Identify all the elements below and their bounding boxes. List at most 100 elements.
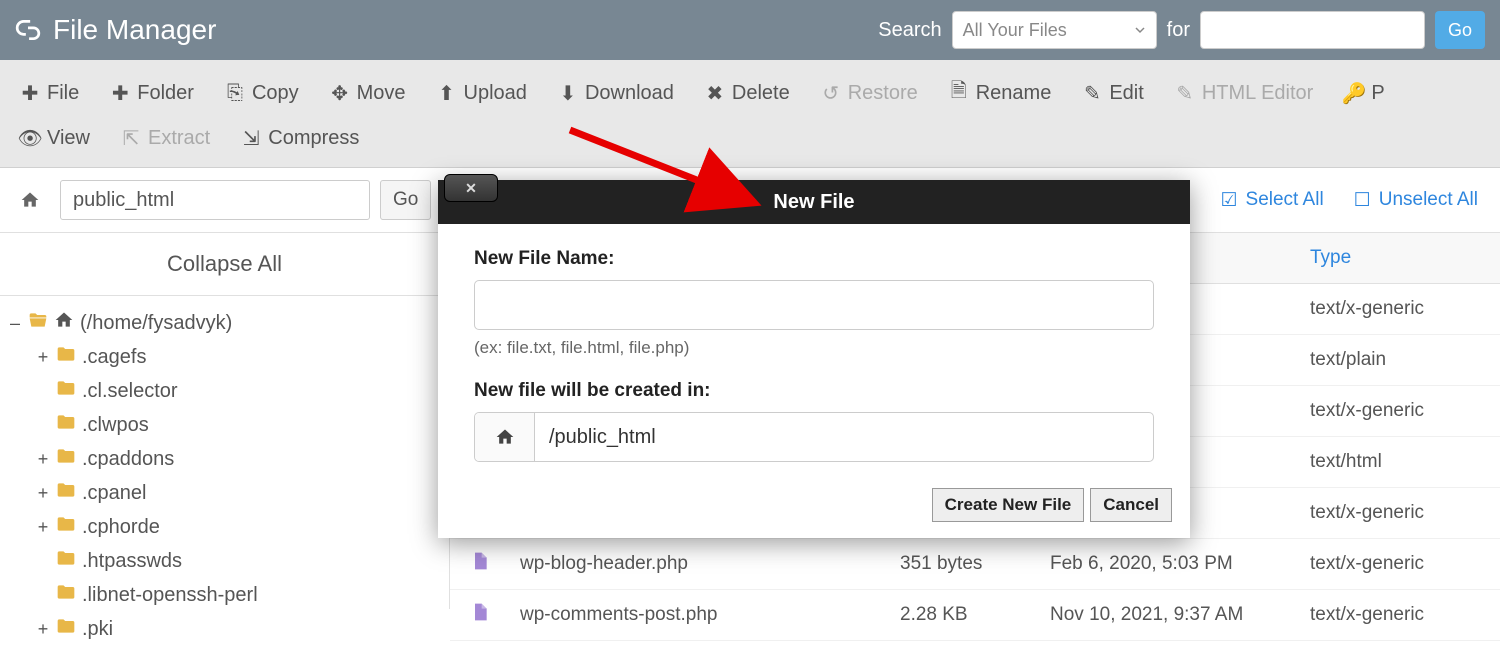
filename-label: New File Name: <box>474 248 1154 270</box>
tree-item[interactable]: + .cpaddons <box>8 442 441 476</box>
file-size: 351 bytes <box>890 553 1040 575</box>
home-button[interactable] <box>10 180 50 220</box>
folder-icon <box>56 548 76 574</box>
file-type: text/html <box>1300 451 1500 473</box>
new-folder-button[interactable]: ✚Folder <box>95 68 210 118</box>
key-icon: 🔑 <box>1345 81 1363 106</box>
folder-icon <box>56 378 76 404</box>
path-go-button[interactable]: Go <box>380 180 431 220</box>
table-row[interactable]: wp-blog-header.php 351 bytes Feb 6, 2020… <box>450 539 1500 590</box>
collapse-all-button[interactable]: Collapse All <box>0 233 449 296</box>
restore-button[interactable]: ↺Restore <box>806 68 934 118</box>
table-row[interactable]: wp-comments-post.php 2.28 KB Nov 10, 202… <box>450 590 1500 641</box>
delete-icon: ✖ <box>706 81 724 106</box>
tree-item-label: .htpasswds <box>82 550 182 573</box>
path-value[interactable]: /public_html <box>535 413 1153 461</box>
move-icon: ✥ <box>331 81 349 106</box>
cancel-button[interactable]: Cancel <box>1090 488 1172 522</box>
expand-icon[interactable]: + <box>36 347 50 368</box>
search-go-button[interactable]: Go <box>1435 11 1485 49</box>
unselect-all-link[interactable]: ☐ Unselect All <box>1354 189 1478 212</box>
file-name: wp-comments-post.php <box>510 604 890 626</box>
delete-button[interactable]: ✖Delete <box>690 68 806 118</box>
copy-icon: ⎘ <box>226 82 244 105</box>
dialog-title: New File <box>773 191 854 214</box>
restore-icon: ↺ <box>822 81 840 106</box>
create-file-button[interactable]: Create New File <box>932 488 1085 522</box>
folder-icon <box>56 412 76 438</box>
download-icon: ⬇ <box>559 81 577 106</box>
new-file-dialog: ✕ New File New File Name: (ex: file.txt,… <box>438 180 1190 538</box>
tree-item[interactable]: + .cagefs <box>8 340 441 374</box>
tree-item[interactable]: .htpasswds <box>8 544 441 578</box>
path-home-button[interactable] <box>475 413 535 461</box>
filename-hint: (ex: file.txt, file.html, file.php) <box>474 338 1154 358</box>
search-input[interactable] <box>1200 11 1425 49</box>
expand-icon[interactable]: + <box>36 483 50 504</box>
column-header-type[interactable]: Type <box>1300 247 1500 269</box>
plus-icon: ✚ <box>21 81 39 106</box>
view-button[interactable]: 👁View <box>5 118 106 159</box>
tree-item-label: .cagefs <box>82 346 146 369</box>
search-scope-value: All Your Files <box>963 20 1067 41</box>
home-icon <box>54 310 74 336</box>
folder-icon <box>56 446 76 472</box>
copy-button[interactable]: ⎘Copy <box>210 68 315 118</box>
search-scope-select[interactable]: All Your Files <box>952 11 1157 49</box>
file-type: text/x-generic <box>1300 553 1500 575</box>
app-header: File Manager Search All Your Files for G… <box>0 0 1500 60</box>
tree-item-label: .libnet-openssh-perl <box>82 584 258 607</box>
extract-icon: ⇱ <box>122 126 140 151</box>
tree-item[interactable]: .cl.selector <box>8 374 441 408</box>
app-title: File Manager <box>53 14 878 46</box>
expand-icon[interactable]: + <box>36 449 50 470</box>
rename-button[interactable]: 🗎Rename <box>934 68 1068 118</box>
file-type: text/x-generic <box>1300 604 1500 626</box>
folder-icon <box>56 616 76 642</box>
tree-item[interactable]: .libnet-openssh-perl <box>8 578 441 612</box>
dialog-close-button[interactable]: ✕ <box>444 174 498 202</box>
chevron-down-icon <box>1134 20 1146 41</box>
folder-icon <box>56 514 76 540</box>
path-input[interactable] <box>60 180 370 220</box>
tree-item[interactable]: + .pki <box>8 612 441 646</box>
html-editor-button[interactable]: ✎HTML Editor <box>1160 68 1330 118</box>
file-type: text/x-generic <box>1300 298 1500 320</box>
tree-item-label: .cpaddons <box>82 448 174 471</box>
tree-item[interactable]: + .cphorde <box>8 510 441 544</box>
tree-root-label: (/home/fysadvyk) <box>80 312 232 335</box>
toolbar: ✚File ✚Folder ⎘Copy ✥Move ⬆Upload ⬇Downl… <box>0 60 1500 168</box>
close-icon: ✕ <box>465 180 477 197</box>
folder-icon <box>56 344 76 370</box>
select-all-link[interactable]: ☑ Select All <box>1220 189 1323 212</box>
tree-item[interactable]: .clwpos <box>8 408 441 442</box>
tree-item-label: .clwpos <box>82 414 149 437</box>
file-type: text/x-generic <box>1300 502 1500 524</box>
file-date: Feb 6, 2020, 5:03 PM <box>1040 553 1300 575</box>
edit-icon: ✎ <box>1083 81 1101 106</box>
file-date: Nov 10, 2021, 9:37 AM <box>1040 604 1300 626</box>
file-icon <box>470 606 490 627</box>
cpanel-logo-icon <box>15 17 41 43</box>
plus-icon: ✚ <box>111 81 129 106</box>
move-button[interactable]: ✥Move <box>315 68 422 118</box>
compress-button[interactable]: ⇲Compress <box>226 118 375 159</box>
expand-icon[interactable]: + <box>36 619 50 640</box>
new-file-button[interactable]: ✚File <box>5 68 95 118</box>
filename-input[interactable] <box>474 280 1154 330</box>
upload-button[interactable]: ⬆Upload <box>422 68 543 118</box>
download-button[interactable]: ⬇Download <box>543 68 690 118</box>
dialog-titlebar: ✕ New File <box>438 180 1190 224</box>
expand-icon[interactable]: + <box>36 517 50 538</box>
permissions-button[interactable]: 🔑P <box>1329 68 1400 118</box>
edit-button[interactable]: ✎Edit <box>1067 68 1159 118</box>
collapse-icon[interactable]: – <box>8 313 22 334</box>
file-type: text/x-generic <box>1300 400 1500 422</box>
tree-item[interactable]: + .cpanel <box>8 476 441 510</box>
folder-open-icon <box>28 310 48 336</box>
tree-root[interactable]: – (/home/fysadvyk) <box>8 306 441 340</box>
extract-button[interactable]: ⇱Extract <box>106 118 226 159</box>
path-label: New file will be created in: <box>474 380 1154 402</box>
file-icon <box>470 555 490 576</box>
eye-icon: 👁 <box>21 126 39 151</box>
